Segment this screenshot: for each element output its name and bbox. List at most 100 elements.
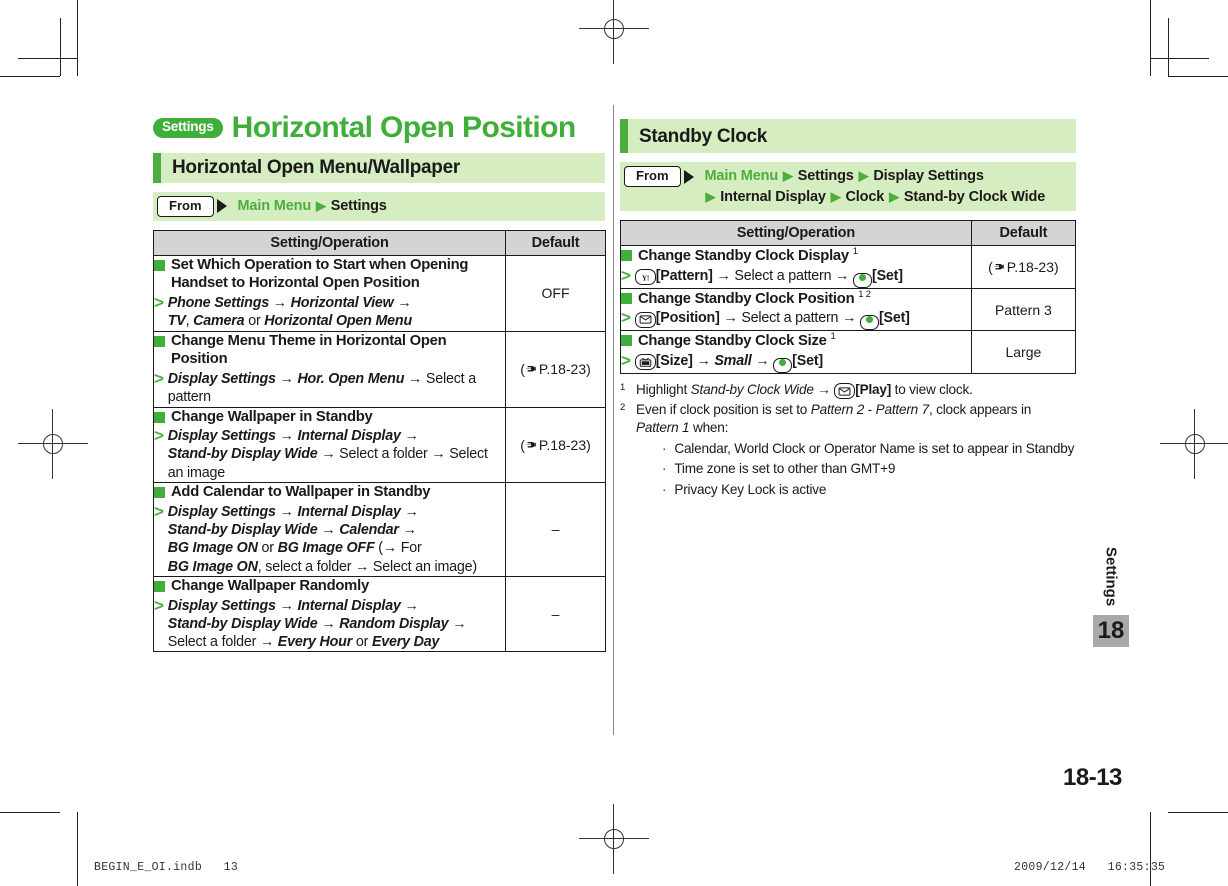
from-path-standby-clock-wide: Stand-by Clock Wide	[903, 188, 1046, 205]
operation-steps-text: Display Settings → Internal Display → Sta…	[167, 428, 488, 481]
side-tab-number: 18	[1093, 615, 1129, 648]
operation-steps: > Display Settings → Internal Display → S…	[154, 501, 505, 576]
operation-title-text: Change Standby Clock Display 1	[638, 246, 858, 265]
list-item: · Privacy Key Lock is active	[662, 480, 1076, 500]
operation-title-text: Set Which Operation to Start when Openin…	[171, 256, 469, 292]
pointing-hand-icon	[993, 262, 1006, 273]
step-arrow-icon: >	[621, 350, 631, 370]
set-label: [Set]	[792, 352, 823, 369]
green-square-icon	[154, 335, 165, 347]
key-label: [Size]	[655, 352, 693, 369]
step-arrow-icon: >	[154, 595, 164, 615]
footnote-number: 1	[620, 381, 626, 393]
default-cell: –	[505, 482, 606, 577]
bullet-text: Privacy Key Lock is active	[674, 481, 827, 497]
pointing-hand-icon	[525, 364, 538, 375]
operation-title: Change Wallpaper in Standby	[154, 408, 505, 427]
operation-title-text: Change Wallpaper Randomly	[171, 577, 369, 594]
reference-page: P.18-23	[1006, 258, 1054, 275]
from-path: Main Menu ▶ Settings	[227, 196, 387, 217]
bullet-dot-icon: ·	[662, 481, 667, 497]
operation-title: Change Standby Clock Position 1 2	[621, 289, 971, 309]
operation-title-text: Change Wallpaper in Standby	[171, 408, 373, 425]
from-path-internal-display: Internal Display	[720, 188, 826, 205]
reference-page: P.18-23	[538, 361, 587, 378]
green-square-icon	[621, 335, 632, 347]
from-navigation-left: From Main Menu ▶ Settings	[153, 191, 605, 221]
operation-steps: > [Position] → Select a pattern → [Set]	[621, 309, 971, 331]
operation-title: Set Which Operation to Start when Openin…	[154, 256, 505, 293]
center-key-icon	[859, 315, 879, 331]
table-row: Change Standby Clock Display 1 > Y! [Patt…	[620, 245, 1077, 289]
operation-title: Change Menu Theme in Horizontal Open Pos…	[154, 332, 505, 369]
bullet-dot-icon: ·	[662, 461, 667, 477]
center-key-icon	[853, 272, 873, 288]
from-path: Main Menu ▶ Settings ▶ Display Settings …	[694, 166, 1046, 207]
operation-cell: Change Standby Clock Display 1 > Y! [Patt…	[620, 245, 972, 289]
operation-title-text: Change Menu Theme in Horizontal Open Pos…	[171, 332, 447, 368]
from-label: From	[157, 195, 214, 217]
from-path-main-menu: Main Menu	[237, 197, 312, 214]
table-row: Set Which Operation to Start when Openin…	[153, 254, 606, 332]
footnote-marker: 1	[830, 331, 836, 343]
tv-key-icon	[634, 353, 656, 370]
table-row: Change Menu Theme in Horizontal Open Pos…	[153, 330, 606, 408]
pointing-hand-icon	[525, 440, 538, 451]
from-path-settings: Settings	[330, 197, 387, 214]
bullet-text: Calendar, World Clock or Operator Name i…	[674, 441, 1075, 457]
triangle-right-icon: ▶	[889, 188, 899, 204]
settings-table-right: Setting/Operation Default Change Standby…	[620, 220, 1077, 374]
green-square-icon	[154, 259, 165, 271]
list-item: · Calendar, World Clock or Operator Name …	[662, 439, 1076, 459]
chapter-badge: Settings	[153, 117, 223, 138]
section-heading-horizontal-open-menu: Horizontal Open Menu/Wallpaper	[153, 152, 605, 183]
column-header-default: Default	[505, 229, 606, 256]
section-heading-standby-clock: Standby Clock	[620, 119, 1076, 153]
triangle-right-icon: ▶	[315, 197, 326, 213]
column-header-operation: Setting/Operation	[620, 220, 972, 247]
bullet-dot-icon: ·	[662, 441, 667, 457]
default-cell: (P.18-23)	[505, 406, 606, 484]
default-cell: (P.18-23)	[970, 245, 1077, 289]
operation-cell: Add Calendar to Wallpaper in Standby > D…	[153, 482, 506, 577]
step-arrow-icon: >	[621, 265, 631, 285]
reference-page: P.18-23	[538, 436, 587, 453]
default-cell: Pattern 3	[970, 287, 1077, 332]
from-path-main-menu: Main Menu	[704, 168, 779, 184]
operation-title-text: Add Calendar to Wallpaper in Standby	[171, 484, 431, 501]
section-tick	[153, 152, 161, 183]
table-row: Change Wallpaper Randomly > Display Sett…	[153, 575, 606, 653]
triangle-right-icon: ▶	[858, 168, 869, 183]
footnote-number: 2	[620, 401, 626, 413]
step-arrow-icon: >	[154, 501, 164, 521]
reference-paren-close: )	[586, 436, 591, 453]
svg-text:Y!: Y!	[642, 273, 649, 282]
reference-paren-close: )	[586, 361, 591, 378]
chapter-side-tab: Settings 18	[1093, 547, 1129, 648]
triangle-right-icon: ▶	[705, 188, 716, 204]
operation-cell: Change Wallpaper Randomly > Display Sett…	[153, 575, 506, 653]
from-path-settings: Settings	[797, 168, 854, 184]
triangle-right-icon: ▶	[782, 168, 793, 183]
step-middle: Small	[714, 352, 752, 369]
section-title: Standby Clock	[639, 125, 768, 147]
set-label: [Set]	[878, 310, 910, 327]
operation-steps: > Display Settings → Internal Display → S…	[154, 427, 505, 482]
footer-timestamp: 2009/12/14 16:35:35	[1014, 861, 1166, 874]
footnote-text: Highlight Stand-by Clock Wide → [Play] t…	[636, 381, 1076, 400]
operation-title: Change Standby Clock Display 1	[621, 246, 971, 266]
key-label: [Position]	[655, 310, 720, 327]
operation-cell: Change Wallpaper in Standby > Display Se…	[153, 406, 506, 484]
footer-filename: BEGIN_E_OI.indb 13	[94, 861, 239, 874]
bullet-text: Time zone is set to other than GMT+9	[674, 461, 896, 477]
chapter-heading: Horizontal Open Position	[231, 111, 577, 144]
operation-title: Change Standby Clock Size 1	[621, 331, 971, 351]
green-square-icon	[621, 292, 632, 304]
step-arrow-icon: >	[154, 426, 164, 446]
section-title: Horizontal Open Menu/Wallpaper	[172, 157, 460, 178]
from-path-display-settings: Display Settings	[873, 168, 984, 184]
operation-steps-text: Display Settings → Internal Display → Sta…	[167, 503, 477, 575]
operation-steps: > [Size] → Small → [Set]	[621, 350, 971, 373]
default-cell: (P.18-23)	[505, 330, 606, 408]
footnote-marker: 1	[852, 246, 858, 258]
